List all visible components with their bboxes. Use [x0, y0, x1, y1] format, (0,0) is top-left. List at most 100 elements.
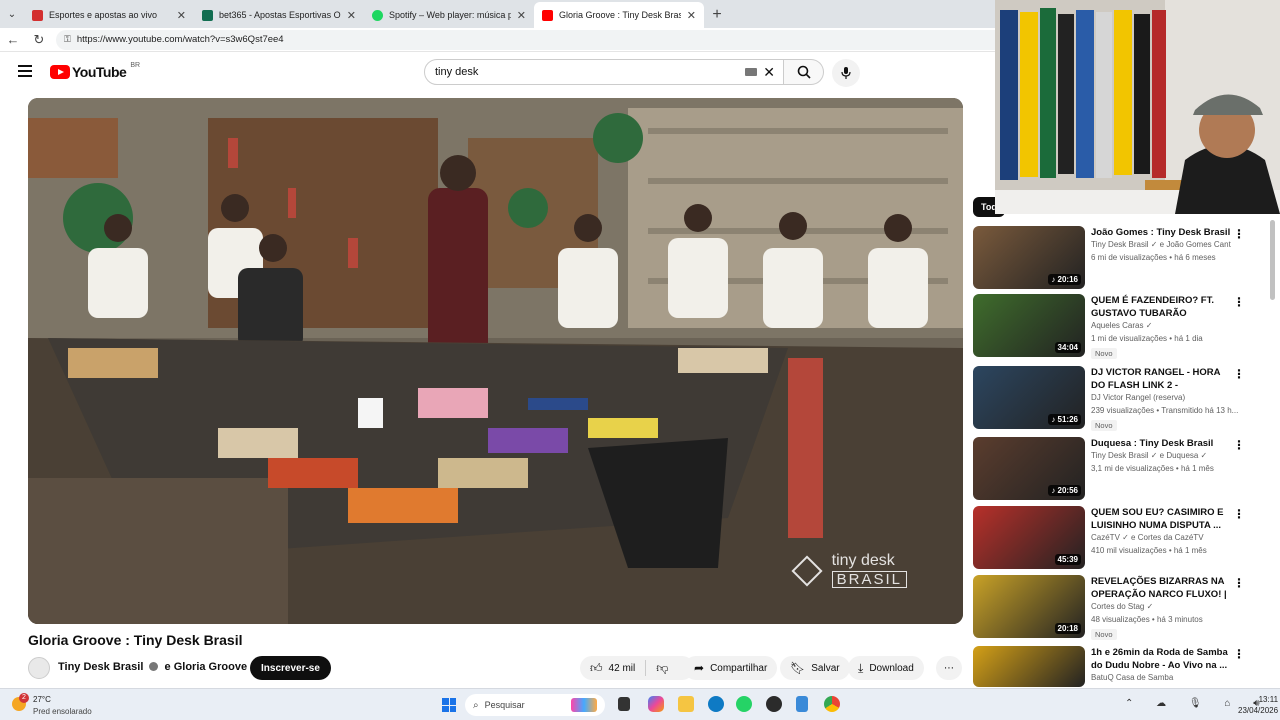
related-video[interactable]: 34:04 QUEM É FAZENDEIRO? FT. GUSTAVO TUBA… [973, 294, 1273, 359]
subscribe-button[interactable]: Inscrever-se [250, 656, 331, 680]
related-channel-name[interactable]: DJ Victor Rangel (reserva) [1091, 393, 1231, 402]
system-clock[interactable]: 13:11 23/04/2026 [1238, 694, 1278, 716]
tab-esportes[interactable]: Esportes e apostas ao vivo ✕ [24, 2, 194, 28]
back-icon[interactable]: ← [0, 32, 26, 47]
notification-badge: 2 [19, 693, 29, 703]
menu-icon[interactable] [18, 65, 32, 77]
more-vertical-icon[interactable]: ⋮ [1233, 577, 1245, 589]
related-video[interactable]: ♪ 20:56 Duquesa : Tiny Desk Brasil Tiny De… [973, 437, 1273, 501]
close-icon[interactable]: ✕ [347, 9, 356, 22]
more-actions-button[interactable]: ⋯ [936, 656, 962, 680]
related-channel-name[interactable]: CazéTV ✓ e Cortes da CazéTV [1091, 533, 1231, 542]
more-vertical-icon[interactable]: ⋮ [1233, 648, 1245, 660]
save-button[interactable]: 🔖︎ Salvar [780, 656, 850, 680]
related-video-meta: 410 mil visualizações • há 1 mês [1091, 546, 1207, 555]
related-video-meta: 239 visualizações • Transmitido há 13 h.… [1091, 406, 1239, 415]
tab-youtube[interactable]: Gloria Groove : Tiny Desk Brasil - Y ✕ [534, 2, 704, 28]
related-video-title[interactable]: 1h e 26min da Roda de Samba do Dudu Nobr… [1091, 646, 1231, 672]
site-info-icon[interactable]: ⚿ [64, 34, 71, 45]
tab-search-menu[interactable]: ⌄ [0, 0, 24, 28]
close-icon[interactable]: ✕ [687, 9, 696, 22]
voice-search-button[interactable] [832, 59, 860, 87]
tab-title: Spotify – Web player: música para [389, 10, 511, 20]
tab-title: Esportes e apostas ao vivo [49, 10, 158, 20]
more-vertical-icon[interactable]: ⋮ [1233, 296, 1245, 308]
watermark-bottom: BRASIL [831, 571, 907, 588]
share-label: Compartilhar [710, 662, 768, 674]
related-video-title[interactable]: QUEM É FAZENDEIRO? FT. GUSTAVO TUBARÃO [1091, 294, 1231, 320]
search-icon: ⌕ [473, 699, 479, 711]
edge-icon[interactable] [708, 696, 724, 712]
keyboard-icon[interactable] [745, 68, 757, 76]
more-vertical-icon[interactable]: ⋮ [1233, 439, 1245, 451]
related-video[interactable]: ♪ 20:16 João Gomes : Tiny Desk Brasil Tiny… [973, 226, 1273, 290]
chrome-icon[interactable] [824, 696, 840, 712]
more-vertical-icon[interactable]: ⋮ [1233, 368, 1245, 380]
whatsapp-icon[interactable] [736, 696, 752, 712]
channel-name-line[interactable]: Tiny Desk Brasil e Gloria Groove [58, 661, 265, 673]
tab-bet365[interactable]: bet365 - Apostas Esportivas Online ✕ [194, 2, 364, 28]
channel-name[interactable]: Tiny Desk Brasil [58, 661, 143, 673]
microphone-icon [841, 67, 851, 79]
file-explorer-icon[interactable] [678, 696, 694, 712]
share-button[interactable]: ➦ Compartilhar [684, 656, 778, 680]
url-field[interactable]: ⚿ https://www.youtube.com/watch?v=s3w6Qs… [56, 29, 1016, 50]
related-channel-name[interactable]: Tiny Desk Brasil ✓ e Duquesa ✓ [1091, 451, 1231, 460]
notepad-icon[interactable] [796, 696, 808, 712]
video-thumbnail[interactable]: 20:18 [973, 575, 1085, 638]
search-input[interactable]: tiny desk ✕ [424, 59, 784, 85]
download-button[interactable]: ⤓ Download [848, 656, 924, 680]
bookmark-icon: 🔖︎ [790, 661, 806, 675]
start-button[interactable] [442, 698, 456, 712]
search-query: tiny desk [435, 66, 479, 78]
more-vertical-icon[interactable]: ⋮ [1233, 228, 1245, 240]
tab-favicon [202, 9, 213, 21]
close-icon[interactable]: ✕ [517, 9, 526, 22]
thumbs-down-icon[interactable]: 👎︎ [656, 661, 668, 676]
related-channel-name[interactable]: Tiny Desk Brasil ✓ e João Gomes Canto... [1091, 240, 1231, 249]
video-thumbnail[interactable]: 34:04 [973, 294, 1085, 357]
video-thumbnail[interactable] [973, 646, 1085, 687]
related-video-title[interactable]: João Gomes : Tiny Desk Brasil [1091, 226, 1231, 239]
related-channel-name[interactable]: BatuQ Casa de Samba [1091, 673, 1231, 682]
task-view-icon[interactable] [618, 697, 630, 711]
temperature: 27°C [33, 695, 51, 704]
tiny-desk-logo-icon [791, 554, 823, 587]
windows-taskbar: 2 27°C Pred ensolarado ⌕ Pesquisar ⌃ ☁ 🎙… [0, 688, 1280, 720]
video-thumbnail[interactable]: ♪ 51:26 [973, 366, 1085, 429]
video-thumbnail[interactable]: 45:39 [973, 506, 1085, 569]
webcam-feed [995, 0, 1280, 214]
related-video-title[interactable]: Duquesa : Tiny Desk Brasil [1091, 437, 1231, 450]
related-video-title[interactable]: DJ VICTOR RANGEL - HORA DO FLASH LINK 2 … [1091, 366, 1231, 392]
search-icon [797, 65, 811, 79]
tab-spotify[interactable]: Spotify – Web player: música para ✕ [364, 2, 534, 28]
youtube-logo[interactable]: YouTube BR [50, 61, 141, 80]
copilot-icon[interactable] [648, 696, 664, 712]
related-video[interactable]: ♪ 51:26 DJ VICTOR RANGEL - HORA DO FLASH … [973, 366, 1273, 431]
page-scrollbar[interactable] [1270, 220, 1275, 300]
more-vertical-icon[interactable]: ⋮ [1233, 508, 1245, 520]
reload-icon[interactable]: ↻ [26, 32, 52, 48]
related-video[interactable]: 20:18 REVELAÇÕES BIZARRAS NA OPERAÇÃO NAR… [973, 575, 1273, 640]
tab-favicon [542, 9, 553, 21]
video-thumbnail[interactable]: ♪ 20:56 [973, 437, 1085, 500]
related-channel-name[interactable]: Cortes do Stag ✓ [1091, 602, 1231, 611]
video-player[interactable]: tiny desk BRASIL [28, 98, 963, 624]
video-thumbnail[interactable]: ♪ 20:16 [973, 226, 1085, 289]
region-label: BR [130, 61, 141, 69]
like-button[interactable]: 👍︎ 42 mil [590, 661, 635, 676]
taskbar-search[interactable]: ⌕ Pesquisar [465, 694, 605, 716]
close-icon[interactable]: ✕ [177, 9, 186, 22]
related-channel-name[interactable]: Aqueles Caras ✓ [1091, 321, 1231, 330]
related-video[interactable]: 45:39 QUEM SOU EU? CASIMIRO E LUISINHO NU… [973, 506, 1273, 570]
new-badge: Novo [1091, 348, 1117, 359]
related-video-title[interactable]: REVELAÇÕES BIZARRAS NA OPERAÇÃO NARCO FL… [1091, 575, 1231, 601]
search-button[interactable] [784, 59, 824, 85]
new-tab-button[interactable]: + [704, 2, 730, 28]
clear-search-icon[interactable]: ✕ [763, 64, 775, 81]
channel-avatar[interactable] [28, 657, 50, 679]
app-icon[interactable] [766, 696, 782, 712]
video-duration: ♪ 51:26 [1048, 414, 1081, 425]
related-video-title[interactable]: QUEM SOU EU? CASIMIRO E LUISINHO NUMA DI… [1091, 506, 1231, 532]
channel-collab[interactable]: e Gloria Groove [165, 661, 248, 673]
